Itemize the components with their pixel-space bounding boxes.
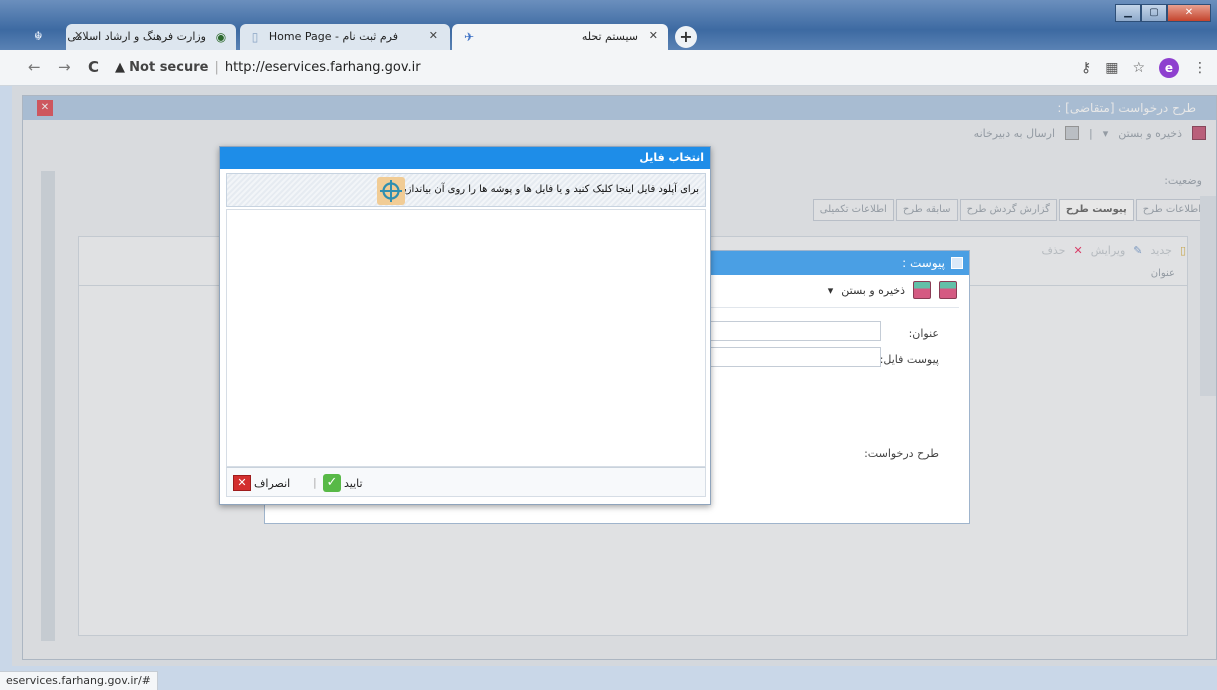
maximize-button[interactable]: ▢: [1141, 4, 1167, 22]
tab-close-icon[interactable]: ✕: [429, 29, 438, 42]
bookmark-star-icon[interactable]: ☆: [1132, 60, 1145, 76]
page-icon: ▯: [251, 30, 259, 44]
ok-label: تایید: [344, 476, 363, 490]
profile-avatar[interactable]: e: [1159, 58, 1179, 78]
save-close-button[interactable]: ذخیره و بستن: [841, 284, 905, 297]
dropdown-caret-icon[interactable]: ▾: [828, 284, 834, 297]
key-icon[interactable]: ⚷: [1081, 60, 1091, 76]
file-select-dialog: انتخاب فایل برای آپلود فایل اینجا کلیک ک…: [219, 146, 711, 505]
checkmark-icon: ✓: [323, 474, 341, 492]
cancel-icon: ✕: [233, 475, 251, 491]
attachment-toolbar: ذخیره و بستن ▾: [828, 281, 957, 299]
minimize-button[interactable]: ▁: [1115, 4, 1141, 22]
upload-dropzone[interactable]: برای آپلود فایل اینجا کلیک کنید و یا فای…: [226, 173, 706, 207]
address-bar[interactable]: ▲ Not secure | http://eservices.farhang.go…: [115, 56, 935, 80]
back-icon[interactable]: ←: [28, 58, 41, 76]
not-secure-label: Not secure: [129, 60, 209, 75]
tab-title: سیستم تحله: [581, 30, 638, 43]
tab-register-form[interactable]: ▯ فرم ثبت نام - Home Page ✕: [240, 24, 450, 50]
tab-ministry[interactable]: ◉ وزارت فرهنگ و ارشاد اسلامی ✕: [66, 24, 236, 50]
window-icon: [951, 257, 963, 269]
window-controls: ▁ ▢ ✕: [1115, 4, 1211, 22]
tab-close-icon[interactable]: ✕: [74, 29, 83, 42]
app-logo-icon: ✈: [463, 30, 475, 44]
tab-title: فرم ثبت نام - Home Page: [268, 30, 398, 43]
ok-button[interactable]: تایید ✓: [323, 474, 363, 492]
emblem-icon: ◉: [215, 30, 227, 44]
menu-kebab-icon[interactable]: ⋮: [1193, 60, 1207, 76]
new-tab-button[interactable]: +: [675, 26, 697, 48]
close-window-button[interactable]: ✕: [1167, 4, 1211, 22]
translate-icon[interactable]: ▦: [1105, 60, 1118, 76]
file-field-label: پیوست فایل:: [879, 353, 939, 366]
file-dialog-footer: انصراف ✕ | تایید ✓: [226, 467, 706, 497]
warning-icon: ▲: [115, 60, 125, 75]
title-field-label: عنوان:: [908, 327, 939, 340]
toolbar-actions: ⚷ ▦ ☆ e ⋮: [1081, 58, 1207, 78]
button-separator: |: [313, 476, 317, 489]
cancel-button[interactable]: انصراف ✕: [233, 474, 290, 492]
tab-system[interactable]: ✈ سیستم تحله ✕: [452, 24, 668, 50]
browser-toolbar: ← → C ▲ Not secure | http://eservices.farh…: [0, 50, 1217, 86]
status-url-bubble: eservices.farhang.gov.ir/#: [0, 671, 158, 690]
reload-icon[interactable]: C: [88, 58, 99, 76]
file-list[interactable]: [226, 209, 706, 467]
dropzone-message: برای آپلود فایل اینجا کلیک کنید و یا فای…: [395, 184, 699, 195]
cancel-label: انصراف: [254, 476, 291, 490]
save-close-icon: [913, 281, 931, 299]
attachment-dialog-title: پیوست :: [902, 256, 945, 270]
browser-logo-icon: ☬: [34, 29, 43, 43]
address-separator: |: [214, 60, 219, 75]
request-field-label: طرح درخواست:: [864, 447, 939, 460]
tab-title: وزارت فرهنگ و ارشاد اسلامی: [67, 30, 206, 43]
forward-icon[interactable]: →: [58, 58, 71, 76]
url-text: http://eservices.farhang.gov.ir: [224, 60, 421, 75]
file-dialog-header: انتخاب فایل: [220, 147, 710, 169]
tab-close-icon[interactable]: ✕: [649, 29, 658, 42]
file-dialog-title: انتخاب فایل: [639, 151, 704, 164]
save-icon[interactable]: [939, 281, 957, 299]
browser-titlebar: ☬ ◉ وزارت فرهنگ و ارشاد اسلامی ✕ ▯ فرم ث…: [0, 0, 1217, 50]
upload-target-icon[interactable]: [377, 177, 405, 205]
